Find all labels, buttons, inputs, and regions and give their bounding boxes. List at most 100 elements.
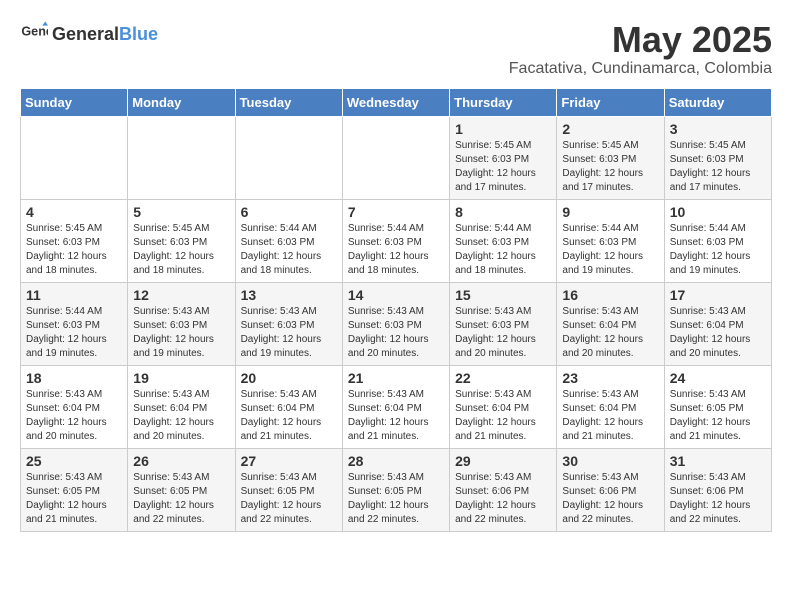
- week-row-2: 4 Sunrise: 5:45 AM Sunset: 6:03 PM Daylig…: [21, 199, 772, 282]
- day-number: 10: [670, 204, 766, 220]
- calendar-table: SundayMondayTuesdayWednesdayThursdayFrid…: [20, 88, 772, 532]
- svg-text:General: General: [21, 24, 48, 38]
- day-cell: 13 Sunrise: 5:43 AM Sunset: 6:03 PM Dayli…: [235, 282, 342, 365]
- week-row-1: 1 Sunrise: 5:45 AM Sunset: 6:03 PM Daylig…: [21, 116, 772, 199]
- day-number: 15: [455, 287, 551, 303]
- calendar-body: 1 Sunrise: 5:45 AM Sunset: 6:03 PM Daylig…: [21, 116, 772, 531]
- day-info: Sunrise: 5:43 AM Sunset: 6:03 PM Dayligh…: [241, 305, 337, 361]
- day-info: Sunrise: 5:43 AM Sunset: 6:06 PM Dayligh…: [670, 471, 766, 527]
- title-block: May 2025 Facatativa, Cundinamarca, Colom…: [509, 20, 772, 78]
- header-cell-thursday: Thursday: [450, 88, 557, 116]
- day-number: 14: [348, 287, 444, 303]
- day-info: Sunrise: 5:43 AM Sunset: 6:06 PM Dayligh…: [455, 471, 551, 527]
- header-cell-tuesday: Tuesday: [235, 88, 342, 116]
- logo: General GeneralBlue: [20, 20, 158, 48]
- logo-general: General: [52, 24, 119, 44]
- day-cell: 9 Sunrise: 5:44 AM Sunset: 6:03 PM Daylig…: [557, 199, 664, 282]
- day-cell: 19 Sunrise: 5:43 AM Sunset: 6:04 PM Dayli…: [128, 365, 235, 448]
- day-cell: 8 Sunrise: 5:44 AM Sunset: 6:03 PM Daylig…: [450, 199, 557, 282]
- day-number: 5: [133, 204, 229, 220]
- day-number: 8: [455, 204, 551, 220]
- logo-icon: General: [20, 20, 48, 48]
- header-row: SundayMondayTuesdayWednesdayThursdayFrid…: [21, 88, 772, 116]
- calendar-subtitle: Facatativa, Cundinamarca, Colombia: [509, 60, 772, 78]
- day-cell: 6Sunrise: 5:44 AM Sunset: 6:03 PM Daylig…: [235, 199, 342, 282]
- day-info: Sunrise: 5:43 AM Sunset: 6:04 PM Dayligh…: [670, 305, 766, 361]
- day-info: Sunrise: 5:43 AM Sunset: 6:04 PM Dayligh…: [241, 388, 337, 444]
- day-info: Sunrise: 5:43 AM Sunset: 6:05 PM Dayligh…: [348, 471, 444, 527]
- day-cell: 23Sunrise: 5:43 AM Sunset: 6:04 PM Dayli…: [557, 365, 664, 448]
- day-number: 27: [241, 453, 337, 469]
- day-info: Sunrise: 5:43 AM Sunset: 6:05 PM Dayligh…: [670, 388, 766, 444]
- day-info: Sunrise: 5:45 AM Sunset: 6:03 PM Dayligh…: [26, 222, 122, 278]
- day-cell: [342, 116, 449, 199]
- day-cell: 3 Sunrise: 5:45 AM Sunset: 6:03 PM Daylig…: [664, 116, 771, 199]
- day-cell: 24Sunrise: 5:43 AM Sunset: 6:05 PM Dayli…: [664, 365, 771, 448]
- day-cell: [21, 116, 128, 199]
- day-number: 31: [670, 453, 766, 469]
- day-cell: 25 Sunrise: 5:43 AM Sunset: 6:05 PM Dayli…: [21, 448, 128, 531]
- day-cell: 10 Sunrise: 5:44 AM Sunset: 6:03 PM Dayli…: [664, 199, 771, 282]
- day-number: 1: [455, 121, 551, 137]
- day-cell: 21Sunrise: 5:43 AM Sunset: 6:04 PM Dayli…: [342, 365, 449, 448]
- day-cell: 14Sunrise: 5:43 AM Sunset: 6:03 PM Dayli…: [342, 282, 449, 365]
- day-number: 4: [26, 204, 122, 220]
- day-info: Sunrise: 5:43 AM Sunset: 6:04 PM Dayligh…: [562, 388, 658, 444]
- week-row-5: 25 Sunrise: 5:43 AM Sunset: 6:05 PM Dayli…: [21, 448, 772, 531]
- day-number: 30: [562, 453, 658, 469]
- day-cell: 2Sunrise: 5:45 AM Sunset: 6:03 PM Daylig…: [557, 116, 664, 199]
- page-header: General GeneralBlue May 2025 Facatativa,…: [20, 20, 772, 78]
- day-cell: 22Sunrise: 5:43 AM Sunset: 6:04 PM Dayli…: [450, 365, 557, 448]
- day-number: 25: [26, 453, 122, 469]
- day-number: 19: [133, 370, 229, 386]
- day-number: 29: [455, 453, 551, 469]
- day-number: 6: [241, 204, 337, 220]
- day-info: Sunrise: 5:43 AM Sunset: 6:05 PM Dayligh…: [26, 471, 122, 527]
- day-cell: 12 Sunrise: 5:43 AM Sunset: 6:03 PM Dayli…: [128, 282, 235, 365]
- day-cell: 15 Sunrise: 5:43 AM Sunset: 6:03 PM Dayli…: [450, 282, 557, 365]
- day-number: 2: [562, 121, 658, 137]
- day-cell: 16 Sunrise: 5:43 AM Sunset: 6:04 PM Dayli…: [557, 282, 664, 365]
- day-cell: [128, 116, 235, 199]
- calendar-header: SundayMondayTuesdayWednesdayThursdayFrid…: [21, 88, 772, 116]
- day-info: Sunrise: 5:43 AM Sunset: 6:04 PM Dayligh…: [133, 388, 229, 444]
- day-cell: 20Sunrise: 5:43 AM Sunset: 6:04 PM Dayli…: [235, 365, 342, 448]
- day-number: 16: [562, 287, 658, 303]
- day-cell: 18Sunrise: 5:43 AM Sunset: 6:04 PM Dayli…: [21, 365, 128, 448]
- day-cell: 17 Sunrise: 5:43 AM Sunset: 6:04 PM Dayli…: [664, 282, 771, 365]
- day-number: 18: [26, 370, 122, 386]
- logo-blue: Blue: [119, 24, 158, 44]
- day-info: Sunrise: 5:45 AM Sunset: 6:03 PM Dayligh…: [455, 139, 551, 195]
- header-cell-saturday: Saturday: [664, 88, 771, 116]
- day-cell: [235, 116, 342, 199]
- week-row-3: 11Sunrise: 5:44 AM Sunset: 6:03 PM Dayli…: [21, 282, 772, 365]
- day-info: Sunrise: 5:44 AM Sunset: 6:03 PM Dayligh…: [348, 222, 444, 278]
- day-info: Sunrise: 5:43 AM Sunset: 6:03 PM Dayligh…: [133, 305, 229, 361]
- day-info: Sunrise: 5:45 AM Sunset: 6:03 PM Dayligh…: [670, 139, 766, 195]
- day-info: Sunrise: 5:44 AM Sunset: 6:03 PM Dayligh…: [670, 222, 766, 278]
- day-info: Sunrise: 5:43 AM Sunset: 6:04 PM Dayligh…: [562, 305, 658, 361]
- day-info: Sunrise: 5:43 AM Sunset: 6:05 PM Dayligh…: [241, 471, 337, 527]
- day-info: Sunrise: 5:43 AM Sunset: 6:05 PM Dayligh…: [133, 471, 229, 527]
- day-info: Sunrise: 5:45 AM Sunset: 6:03 PM Dayligh…: [133, 222, 229, 278]
- day-cell: 1 Sunrise: 5:45 AM Sunset: 6:03 PM Daylig…: [450, 116, 557, 199]
- day-number: 12: [133, 287, 229, 303]
- week-row-4: 18 Sunrise: 5:43 AM Sunset: 6:04 PM Dayli…: [21, 365, 772, 448]
- day-number: 13: [241, 287, 337, 303]
- day-info: Sunrise: 5:44 AM Sunset: 6:03 PM Dayligh…: [562, 222, 658, 278]
- day-number: 7: [348, 204, 444, 220]
- day-info: Sunrise: 5:43 AM Sunset: 6:06 PM Dayligh…: [562, 471, 658, 527]
- calendar-title: May 2025: [509, 20, 772, 60]
- day-number: 9: [562, 204, 658, 220]
- day-number: 21: [348, 370, 444, 386]
- day-number: 3: [670, 121, 766, 137]
- day-cell: 31 Sunrise: 5:43 AM Sunset: 6:06 PM Dayli…: [664, 448, 771, 531]
- day-info: Sunrise: 5:43 AM Sunset: 6:04 PM Dayligh…: [455, 388, 551, 444]
- day-number: 17: [670, 287, 766, 303]
- day-info: Sunrise: 5:43 AM Sunset: 6:03 PM Dayligh…: [455, 305, 551, 361]
- header-cell-friday: Friday: [557, 88, 664, 116]
- day-number: 28: [348, 453, 444, 469]
- header-cell-monday: Monday: [128, 88, 235, 116]
- day-cell: 30 Sunrise: 5:43 AM Sunset: 6:06 PM Dayli…: [557, 448, 664, 531]
- day-info: Sunrise: 5:44 AM Sunset: 6:03 PM Dayligh…: [455, 222, 551, 278]
